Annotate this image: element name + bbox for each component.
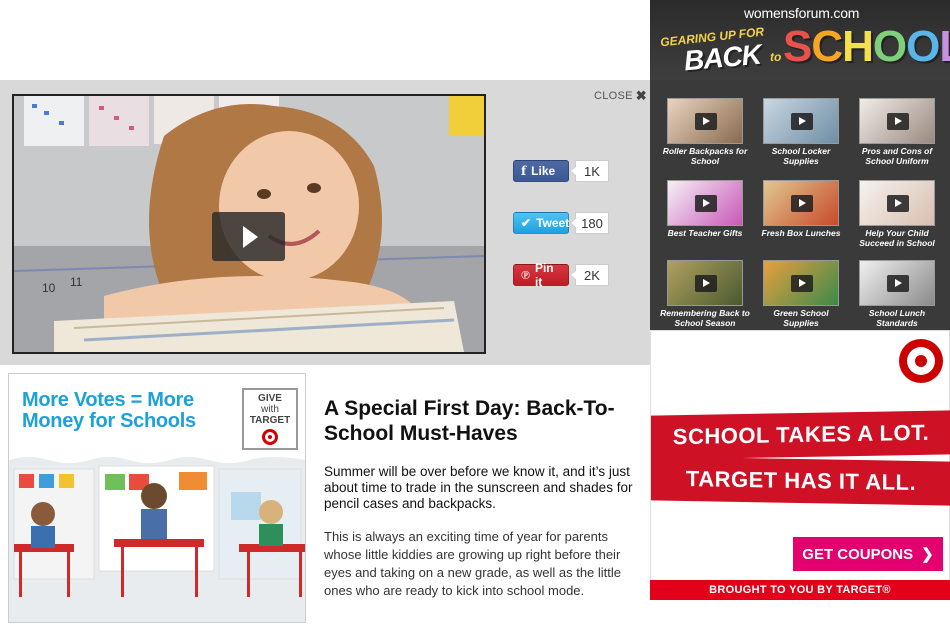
tweet-label: Tweet bbox=[536, 216, 570, 230]
give-with-target-promo[interactable]: More Votes = More Money for Schools GIVE… bbox=[8, 373, 306, 623]
video-tile[interactable]: Fresh Box Lunches bbox=[756, 180, 846, 239]
pin-it-label: Pin it bbox=[534, 261, 554, 289]
video-title: Pros and Cons of School Uniform bbox=[861, 146, 933, 166]
target-ad-line2: TARGET HAS IT ALL. bbox=[651, 456, 950, 506]
play-icon bbox=[887, 113, 909, 130]
badge-line2: with bbox=[261, 404, 279, 415]
badge-line3: TARGET bbox=[249, 415, 291, 426]
video-sidebar: womensforum.com GEARING UP FOR BACK to S… bbox=[650, 0, 950, 330]
pin-it-button[interactable]: ℗ Pin it bbox=[513, 261, 569, 289]
womensforum-logo: womensforum.com bbox=[744, 5, 860, 21]
article-lead: Summer will be over before we know it, a… bbox=[324, 464, 633, 511]
facebook-like-button[interactable]: f Like bbox=[513, 160, 569, 182]
chevron-right-icon: ❯ bbox=[921, 546, 934, 563]
play-icon bbox=[887, 195, 909, 212]
target-ad-footer[interactable]: BROUGHT TO YOU BY TARGET® bbox=[650, 580, 950, 600]
video-title: Best Teacher Gifts bbox=[667, 228, 743, 238]
target-logo-icon bbox=[262, 429, 278, 445]
video-title: Green School Supplies bbox=[773, 308, 829, 328]
pinterest-icon: ℗ bbox=[521, 267, 530, 282]
play-icon bbox=[695, 113, 717, 130]
article: A Special First Day: Back-To-School Must… bbox=[324, 396, 642, 600]
pinterest-share: ℗ Pin it 2K bbox=[513, 261, 609, 289]
banner-school: SCHOOL bbox=[783, 22, 950, 71]
badge-line1: GIVE bbox=[258, 393, 282, 404]
close-label: CLOSE bbox=[594, 90, 633, 102]
video-title: Help Your Child Succeed in School bbox=[859, 228, 935, 248]
video-thumbnail bbox=[859, 260, 935, 306]
video-tile[interactable]: School Locker Supplies bbox=[756, 98, 846, 166]
banner-to: to bbox=[770, 50, 782, 64]
video-thumbnail bbox=[667, 98, 743, 144]
video-title: Fresh Box Lunches bbox=[761, 228, 841, 238]
twitter-icon: ✔ bbox=[521, 216, 532, 230]
close-button[interactable]: CLOSE ✖ bbox=[594, 88, 647, 104]
video-title: Roller Backpacks for School bbox=[662, 146, 748, 166]
facebook-icon: f bbox=[521, 164, 527, 178]
video-thumbnail bbox=[763, 260, 839, 306]
video-tile[interactable]: Remembering Back to School Season bbox=[660, 260, 750, 328]
get-coupons-label: GET COUPONS bbox=[802, 545, 914, 563]
video-tile[interactable]: Help Your Child Succeed in School bbox=[852, 180, 942, 248]
back-to-school-banner[interactable]: womensforum.com GEARING UP FOR BACK to S… bbox=[650, 0, 950, 80]
video-title: School Locker Supplies bbox=[771, 146, 831, 166]
play-icon bbox=[887, 275, 909, 292]
page: CLOSE ✖ 10 11 f Like 1K ✔ Tweet 180 ℗ Pi… bbox=[0, 0, 950, 630]
article-title: A Special First Day: Back-To-School Must… bbox=[324, 397, 615, 445]
facebook-share: f Like 1K bbox=[513, 160, 609, 182]
give-with-target-badge: GIVE with TARGET bbox=[242, 388, 298, 450]
promo-headline-line2: Money for Schools bbox=[22, 410, 196, 432]
play-icon bbox=[791, 195, 813, 212]
twitter-share: ✔ Tweet 180 bbox=[513, 212, 609, 234]
promo-headline: More Votes = More Money for Schools bbox=[22, 390, 196, 432]
video-thumbnail bbox=[763, 98, 839, 144]
pin-count: 2K bbox=[570, 264, 609, 286]
video-thumbnail bbox=[667, 260, 743, 306]
play-icon bbox=[243, 225, 258, 248]
tweet-count: 180 bbox=[570, 212, 609, 234]
video-tile[interactable]: Pros and Cons of School Uniform bbox=[852, 98, 942, 166]
target-logo-icon bbox=[899, 339, 943, 383]
video-tile[interactable]: Best Teacher Gifts bbox=[660, 180, 750, 239]
video-thumbnail bbox=[763, 180, 839, 226]
facebook-like-label: Like bbox=[531, 164, 556, 178]
video-title: School Lunch Standards bbox=[868, 308, 926, 328]
video-thumbnail bbox=[859, 98, 935, 144]
play-icon bbox=[791, 113, 813, 130]
play-button[interactable] bbox=[212, 212, 285, 261]
video-thumbnail bbox=[667, 180, 743, 226]
banner-back: BACK bbox=[682, 38, 763, 77]
facebook-like-count: 1K bbox=[570, 160, 609, 182]
target-ad-line1: SCHOOL TAKES A LOT. bbox=[651, 410, 950, 460]
get-coupons-button[interactable]: GET COUPONS ❯ bbox=[793, 537, 943, 571]
video-tile[interactable]: Roller Backpacks for School bbox=[660, 98, 750, 166]
promo-headline-line1: More Votes = More bbox=[22, 389, 194, 411]
video-tile[interactable]: School Lunch Standards bbox=[852, 260, 942, 328]
play-icon bbox=[695, 195, 717, 212]
play-icon bbox=[791, 275, 813, 292]
video-title: Remembering Back to School Season bbox=[660, 308, 750, 328]
tweet-button[interactable]: ✔ Tweet bbox=[513, 212, 569, 234]
article-body: This is always an exciting time of year … bbox=[324, 529, 622, 598]
video-thumbnail bbox=[859, 180, 935, 226]
svg-text:10: 10 bbox=[42, 281, 56, 295]
svg-text:11: 11 bbox=[70, 275, 83, 289]
close-icon: ✖ bbox=[635, 88, 647, 103]
video-tile[interactable]: Green School Supplies bbox=[756, 260, 846, 328]
target-ad[interactable]: SCHOOL TAKES A LOT. TARGET HAS IT ALL. G… bbox=[650, 330, 950, 600]
play-icon bbox=[695, 275, 717, 292]
